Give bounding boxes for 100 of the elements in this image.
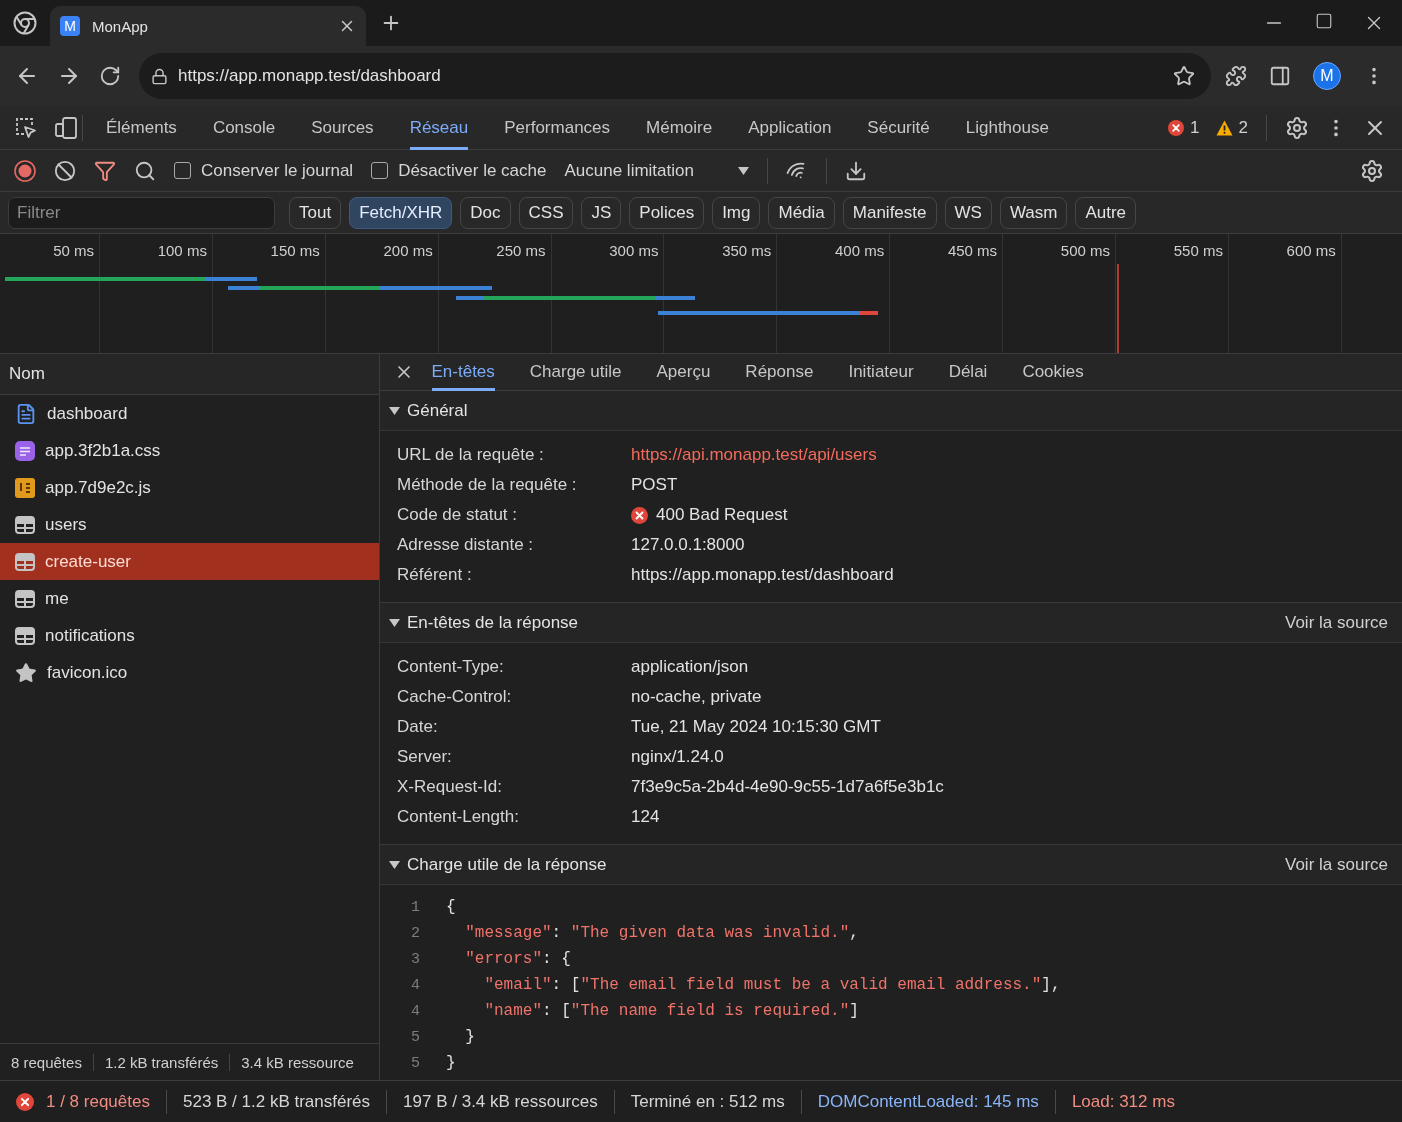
resource-type-filter[interactable]: Autre [1075, 196, 1137, 229]
browser-logo-icon[interactable] [13, 11, 37, 35]
network-settings-icon[interactable] [1360, 158, 1384, 183]
request-row[interactable]: create-user [0, 543, 379, 580]
section-toggle[interactable]: En-têtes de la réponse [389, 612, 579, 633]
summary-text: 1.2 kB transférés [93, 1053, 231, 1071]
request-row[interactable]: dashboard [0, 395, 379, 432]
resource-type-filter[interactable]: Polices [629, 196, 705, 229]
inspect-element-icon[interactable] [15, 116, 37, 139]
devtools-tab[interactable]: Lighthouse [965, 105, 1049, 150]
detail-tab[interactable]: Charge utile [529, 353, 622, 391]
tick-label: 500 ms [1060, 242, 1110, 259]
clear-icon[interactable] [54, 159, 76, 182]
line-number: 1 [410, 898, 420, 916]
request-row[interactable]: notifications [0, 617, 379, 654]
header-name: Server: [397, 747, 453, 767]
request-row[interactable]: app.7d9e2c.js [0, 469, 379, 506]
code-line: "name": ["The name field is required."] [484, 1002, 859, 1020]
resource-type-filter[interactable]: Img [712, 196, 761, 229]
tick-label: 550 ms [1173, 242, 1223, 259]
resource-type-filter[interactable]: Tout [289, 196, 342, 229]
browser-tab[interactable]: M MonApp [50, 6, 366, 46]
line-number: 5 [410, 1054, 420, 1072]
filter-funnel-icon[interactable] [94, 159, 116, 182]
resource-type-filter[interactable]: Fetch/XHR [349, 196, 453, 229]
header-name: X-Request-Id: [397, 777, 503, 797]
table-icon [15, 552, 35, 571]
header-value: https://app.monapp.test/dashboard [631, 565, 894, 585]
filter-input[interactable]: Filtrer [8, 196, 275, 229]
request-row[interactable]: me [0, 580, 379, 617]
devtools-tab[interactable]: Sources [311, 105, 374, 150]
domcontentloaded-time: DOMContentLoaded: 145 ms [817, 1091, 1039, 1112]
detail-tab[interactable]: Réponse [745, 353, 814, 391]
profile-avatar[interactable]: M [1313, 62, 1341, 90]
bookmark-star-icon[interactable] [1173, 65, 1195, 87]
tick-label: 350 ms [722, 242, 772, 259]
side-panel-icon[interactable] [1269, 65, 1291, 87]
devtools-tab[interactable]: Mémoire [646, 105, 713, 150]
header-value: application/json [631, 657, 749, 677]
address-bar[interactable]: https://app.monapp.test/dashboard [139, 53, 1211, 99]
code-line: } [465, 1028, 475, 1046]
document-icon [15, 402, 37, 425]
request-row[interactable]: app.3f2b1a.css [0, 432, 379, 469]
resource-type-filter[interactable]: Doc [460, 196, 511, 229]
section-toggle[interactable]: Général [389, 400, 468, 421]
detail-tab[interactable]: Cookies [1022, 353, 1084, 391]
resource-type-filter[interactable]: WS [944, 196, 992, 229]
line-number: 5 [410, 1028, 420, 1046]
header-value: 124 [631, 807, 660, 827]
status-text: 197 B / 3.4 kB ressources [403, 1091, 598, 1112]
load-time: Load: 312 ms [1071, 1091, 1175, 1112]
devtools-tab[interactable]: Application [748, 105, 832, 150]
settings-icon[interactable] [1285, 115, 1309, 140]
devices-icon[interactable] [55, 116, 77, 139]
warning-counter[interactable]: 2 [1215, 117, 1248, 138]
maximize-icon[interactable] [1315, 12, 1333, 30]
header-value: 7f3e9c5a-2b4d-4e90-9c55-1d7a6f5e3b1c [631, 777, 944, 797]
column-header[interactable]: Nom [9, 364, 45, 384]
view-source-link[interactable]: Voir la source [1285, 612, 1388, 633]
tick-label: 200 ms [383, 242, 433, 259]
header-value: 400 Bad Request [656, 505, 788, 525]
resource-type-filter[interactable]: Média [768, 196, 835, 229]
devtools-tab[interactable]: Sécurité [867, 105, 930, 150]
tab-title: MonApp [92, 17, 148, 35]
search-icon[interactable] [134, 159, 156, 182]
resource-type-filter[interactable]: JS [581, 196, 622, 229]
request-row[interactable]: favicon.ico [0, 654, 379, 691]
resource-type-filter[interactable]: Manifeste [842, 196, 937, 229]
header-name: Méthode de la requête : [397, 475, 578, 495]
header-name: Adresse distante : [397, 535, 535, 555]
detail-tab[interactable]: Aperçu [656, 353, 711, 391]
devtools-tab[interactable]: Éléments [106, 105, 177, 150]
resource-type-filter[interactable]: CSS [518, 196, 574, 229]
header-value: nginx/1.24.0 [631, 747, 724, 767]
detail-tab[interactable]: Délai [948, 353, 988, 391]
devtools-tab[interactable]: Console [212, 105, 276, 150]
code-line: "message": "The given data was invalid.", [465, 924, 859, 942]
detail-tab[interactable]: Initiateur [848, 353, 914, 391]
request-url-link[interactable]: https://api.monapp.test/api/users [631, 445, 877, 465]
throttling-select[interactable]: Aucune limitation [564, 160, 749, 181]
header-name: Cache-Control: [397, 687, 513, 707]
line-number: 4 [410, 976, 420, 994]
section-toggle[interactable]: Charge utile de la réponse [389, 854, 607, 875]
stylesheet-icon [15, 440, 35, 461]
record-icon[interactable] [14, 159, 36, 182]
reload-icon[interactable] [99, 65, 121, 87]
header-value: no-cache, private [631, 687, 762, 707]
table-icon [15, 626, 35, 645]
devtools-tab[interactable]: Performances [504, 105, 611, 150]
code-line: } [446, 1054, 456, 1072]
error-counter[interactable]: 1 [1168, 117, 1200, 138]
extensions-icon[interactable] [1225, 65, 1247, 87]
checkbox[interactable] [174, 162, 191, 179]
view-source-link[interactable]: Voir la source [1285, 854, 1388, 875]
checkbox[interactable] [371, 162, 389, 179]
download-icon[interactable] [844, 159, 867, 182]
resource-type-filter[interactable]: Wasm [999, 196, 1068, 229]
request-row[interactable]: users [0, 506, 379, 543]
url-text: https://app.monapp.test/dashboard [178, 66, 441, 86]
status-text: 523 B / 1.2 kB transférés [182, 1091, 371, 1112]
